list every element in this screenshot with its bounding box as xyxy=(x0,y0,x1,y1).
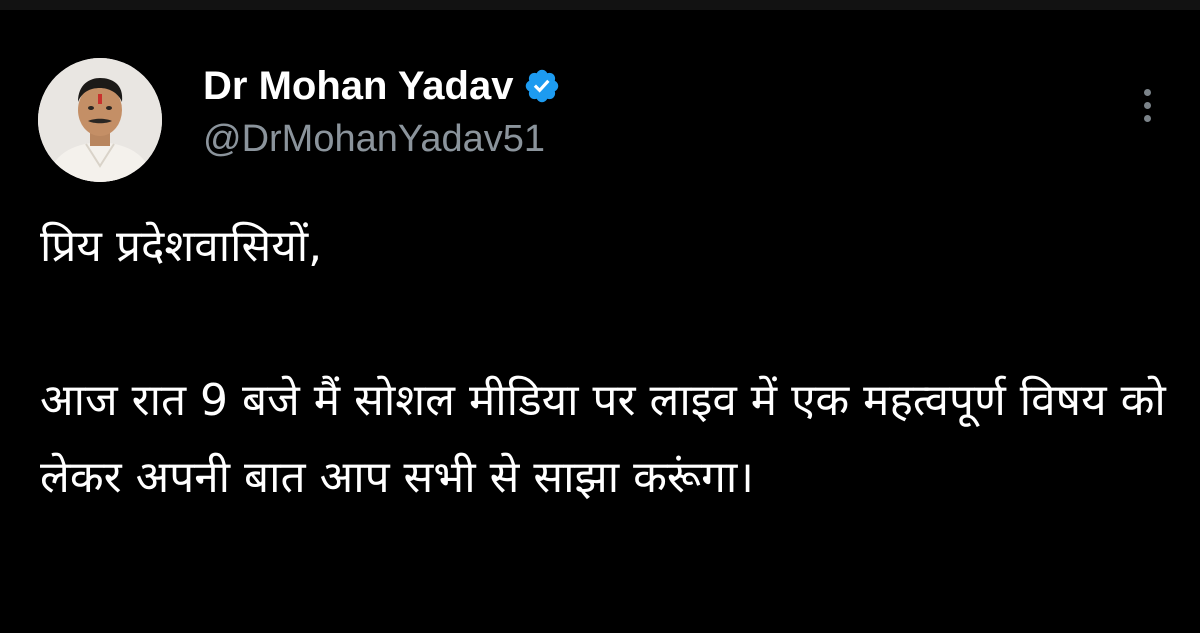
dot xyxy=(1143,114,1151,122)
avatar[interactable] xyxy=(38,58,162,182)
tweet-greeting: प्रिय प्रदेशवासियों, xyxy=(40,221,323,272)
verified-badge-icon xyxy=(523,67,561,105)
tweet-text: प्रिय प्रदेशवासियों, आज रात 9 बजे मैं सो… xyxy=(40,208,1170,516)
dot xyxy=(1143,101,1151,109)
profile-photo-icon xyxy=(38,58,162,182)
tweet-card[interactable]: Dr Mohan Yadav @DrMohanYadav51 प्रिय प्र… xyxy=(0,10,1200,633)
author-name-row: Dr Mohan Yadav xyxy=(203,62,561,110)
tweet-body: आज रात 9 बजे मैं सोशल मीडिया पर लाइव में… xyxy=(40,375,1166,503)
author-display-name[interactable]: Dr Mohan Yadav xyxy=(203,64,513,109)
dot xyxy=(1143,88,1151,96)
more-options-icon[interactable] xyxy=(1132,82,1162,128)
top-divider xyxy=(0,0,1200,10)
author-handle[interactable]: @DrMohanYadav51 xyxy=(203,118,545,161)
